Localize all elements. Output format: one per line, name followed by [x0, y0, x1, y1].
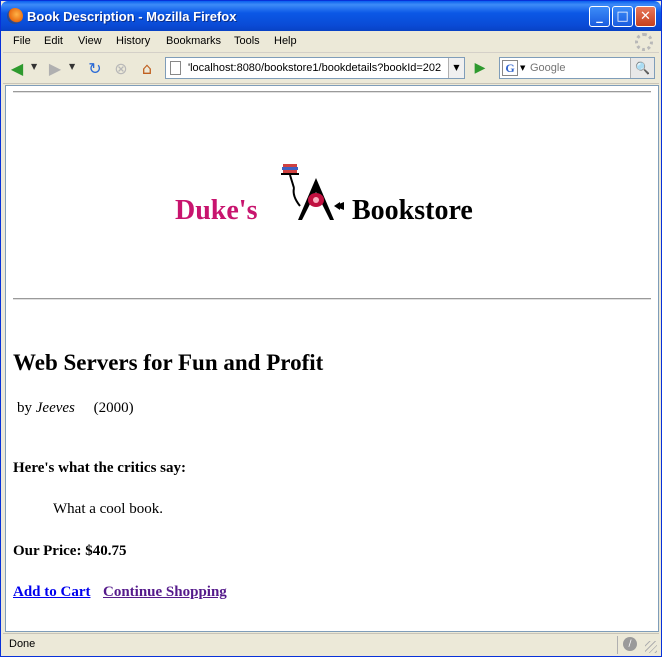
menu-history[interactable]: History — [116, 35, 150, 47]
url-bar[interactable]: 'localhost:8080/bookstore1/bookdetails?b… — [165, 57, 465, 79]
browser-window: Book Description - Mozilla Firefox _ □ ✕… — [0, 0, 662, 657]
search-engine-dropdown-icon[interactable]: ▼ — [520, 64, 525, 72]
navigation-toolbar: ◀ ▼ ▶ ▼ ↻ ⊗ ⌂ 'localhost:8080/bookstore1… — [3, 54, 659, 84]
url-text[interactable]: 'localhost:8080/bookstore1/bookdetails?b… — [188, 62, 443, 74]
duke-mascot-icon — [281, 164, 344, 220]
forward-dropdown-icon[interactable]: ▼ — [69, 62, 75, 71]
status-text: Done — [9, 638, 36, 650]
search-icon[interactable]: 🔍 — [630, 58, 654, 78]
top-divider — [13, 91, 651, 93]
back-arrow-icon[interactable]: ◀ — [7, 59, 27, 79]
status-separator — [617, 636, 618, 654]
banner-divider — [13, 298, 651, 300]
book-year: (2000) — [93, 400, 134, 416]
close-button[interactable]: ✕ — [635, 6, 656, 27]
banner-dukes-text: Duke's — [175, 195, 258, 226]
search-input[interactable] — [530, 62, 626, 74]
status-bar: Done / — [3, 633, 659, 655]
page-content: Duke's Bookstore Web Servers for Fun and… — [5, 85, 659, 632]
book-title: Web Servers for Fun and Profit — [13, 350, 324, 375]
book-byline: by Jeeves (2000) — [17, 400, 134, 417]
title-bar: Book Description - Mozilla Firefox _ □ ✕ — [1, 1, 661, 31]
menu-bar: File Edit View History Bookmarks Tools H… — [3, 31, 659, 53]
security-status-icon[interactable]: / — [623, 637, 637, 651]
search-box[interactable]: G ▼ 🔍 — [499, 57, 655, 79]
maximize-button[interactable]: □ — [612, 6, 633, 27]
page-icon — [170, 61, 181, 75]
menu-view[interactable]: View — [78, 35, 102, 47]
home-icon[interactable]: ⌂ — [137, 59, 157, 79]
critics-heading: Here's what the critics say: — [13, 460, 187, 476]
critics-quote: What a cool book. — [53, 501, 163, 517]
continue-shopping-link[interactable]: Continue Shopping — [103, 584, 227, 601]
add-to-cart-link[interactable]: Add to Cart — [13, 584, 91, 601]
url-dropdown-icon[interactable]: ▼ — [448, 58, 464, 78]
menu-bookmarks[interactable]: Bookmarks — [166, 35, 221, 47]
forward-arrow-icon[interactable]: ▶ — [45, 59, 65, 79]
go-button[interactable]: ▶ — [469, 57, 491, 79]
resize-grip-icon[interactable] — [645, 641, 657, 653]
menu-edit[interactable]: Edit — [44, 35, 63, 47]
book-author: Jeeves — [35, 400, 75, 416]
menu-tools[interactable]: Tools — [234, 35, 260, 47]
google-icon[interactable]: G — [502, 60, 518, 76]
back-dropdown-icon[interactable]: ▼ — [31, 62, 37, 71]
window-title: Book Description - Mozilla Firefox — [27, 9, 237, 24]
menu-file[interactable]: File — [13, 35, 31, 47]
minimize-button[interactable]: _ — [589, 6, 610, 27]
banner-bookstore-text: Bookstore — [352, 195, 473, 226]
menu-help[interactable]: Help — [274, 35, 297, 47]
throbber-icon — [635, 33, 653, 51]
book-price: Our Price: $40.75 — [13, 543, 127, 559]
firefox-icon — [7, 8, 23, 24]
stop-icon[interactable]: ⊗ — [111, 59, 131, 79]
by-label: by — [17, 400, 32, 416]
reload-icon[interactable]: ↻ — [85, 59, 105, 79]
